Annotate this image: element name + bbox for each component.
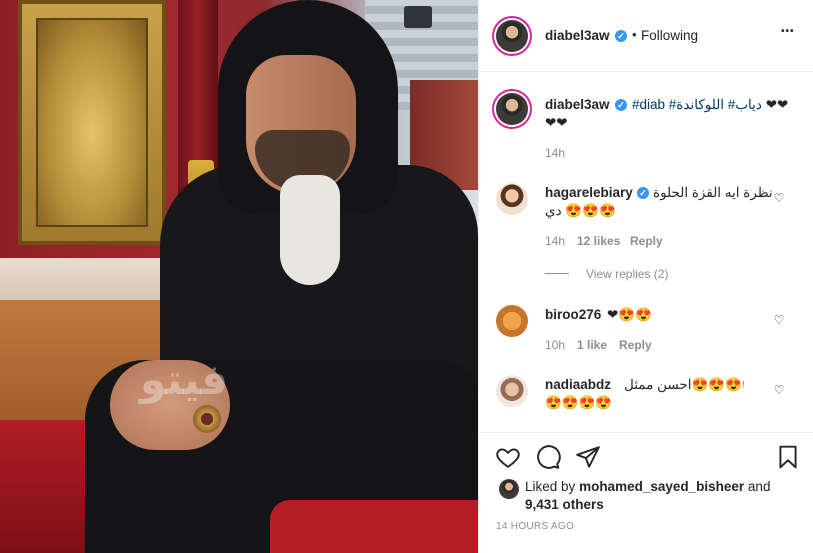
comment-text-line2: دي 😍😍😍 [545, 203, 616, 218]
caption-hearts: ❤❤ [765, 97, 789, 112]
caption-hashtags[interactable]: #diab #دياب# اللوكاندة ❤❤ [632, 96, 788, 114]
person-watch [193, 405, 221, 433]
comment-avatar[interactable] [496, 375, 528, 407]
comment-like-heart-icon[interactable]: ♡ [772, 191, 786, 205]
comment-time[interactable]: 10h [545, 338, 565, 352]
post-photo[interactable]: فيتو [0, 0, 478, 553]
following-button[interactable]: Following [641, 28, 698, 43]
likes-user[interactable]: mohamed_sayed_bisheer [579, 479, 744, 494]
post-side-panel: diabel3aw ✓ • Following ••• diabel3aw ✓ … [478, 0, 813, 553]
bookmark-icon[interactable] [775, 444, 801, 470]
comment-like-heart-icon[interactable]: ♡ [772, 313, 786, 327]
author-avatar[interactable] [496, 20, 528, 52]
comment-likes[interactable]: 1 like [577, 338, 607, 352]
liker-avatar[interactable] [499, 479, 519, 499]
caption-hashtag-text[interactable]: #diab #دياب# اللوكاندة [632, 97, 762, 112]
caption-time[interactable]: 14h [545, 146, 565, 160]
caption-avatar[interactable] [496, 93, 528, 125]
comment-text: ❤😍😍 [607, 307, 652, 322]
post-timestamp[interactable]: 14 HOURS AGO [496, 521, 574, 532]
likes-summary: Liked by mohamed_sayed_bisheer and 9,431… [525, 478, 805, 514]
caption-username[interactable]: diabel3aw [545, 97, 610, 112]
comment-avatar[interactable] [496, 183, 528, 215]
verified-badge-icon: ✓ [615, 30, 627, 42]
photo-watermark: فيتو [140, 355, 229, 404]
likes-prefix: Liked by [525, 479, 576, 494]
comment-icon[interactable] [535, 444, 561, 470]
comment-username[interactable]: nadiaabdz [545, 377, 611, 392]
photo-gold-panel [18, 0, 166, 245]
comment-like-heart-icon[interactable]: ♡ [772, 383, 786, 397]
likes-and: and [747, 479, 771, 494]
view-replies-button[interactable]: View replies (2) [586, 267, 668, 281]
comment-username[interactable]: hagarelebiary [545, 185, 633, 200]
header-separator: • [632, 27, 637, 42]
actions-divider [479, 432, 813, 433]
comment-text: احسن ممثل😍😍😍😍😍😍😍😍😍 [624, 377, 744, 392]
photo-red-seat [270, 500, 478, 553]
caption-verified-icon: ✓ [615, 99, 627, 111]
comment-reply-label[interactable]: Reply [619, 338, 652, 352]
comment-likes-count[interactable]: 1 like [577, 338, 607, 352]
view-replies-line [545, 273, 569, 274]
comment-avatar[interactable] [496, 305, 528, 337]
person-tshirt [280, 175, 340, 285]
photo-clock [404, 6, 432, 28]
comment-reply-button[interactable]: Reply [630, 234, 663, 248]
caption-line2: ❤❤ [545, 115, 568, 130]
comment-time[interactable]: 14h [545, 234, 565, 248]
comment-likes[interactable]: 12 likes [577, 234, 620, 248]
comment-reply-label[interactable]: Reply [630, 234, 663, 248]
comment-likes-count[interactable]: 12 likes [577, 234, 620, 248]
comment-username[interactable]: biroo276 [545, 307, 601, 322]
paper-plane-icon[interactable] [575, 444, 601, 470]
likes-count[interactable]: 9,431 others [525, 497, 604, 512]
more-options-icon[interactable]: ••• [781, 26, 795, 37]
comment-text-line2: 😍😍😍😍 [545, 395, 613, 410]
comment-verified-icon: ✓ [637, 187, 649, 199]
comment-reply-button[interactable]: Reply [619, 338, 652, 352]
author-username[interactable]: diabel3aw [545, 28, 610, 43]
photo-panel-ornament [36, 18, 148, 227]
comment-text: نظرة ايه القزة الحلوة [653, 185, 773, 200]
post-header: diabel3aw ✓ • Following ••• [479, 0, 813, 72]
heart-icon[interactable] [495, 444, 521, 470]
